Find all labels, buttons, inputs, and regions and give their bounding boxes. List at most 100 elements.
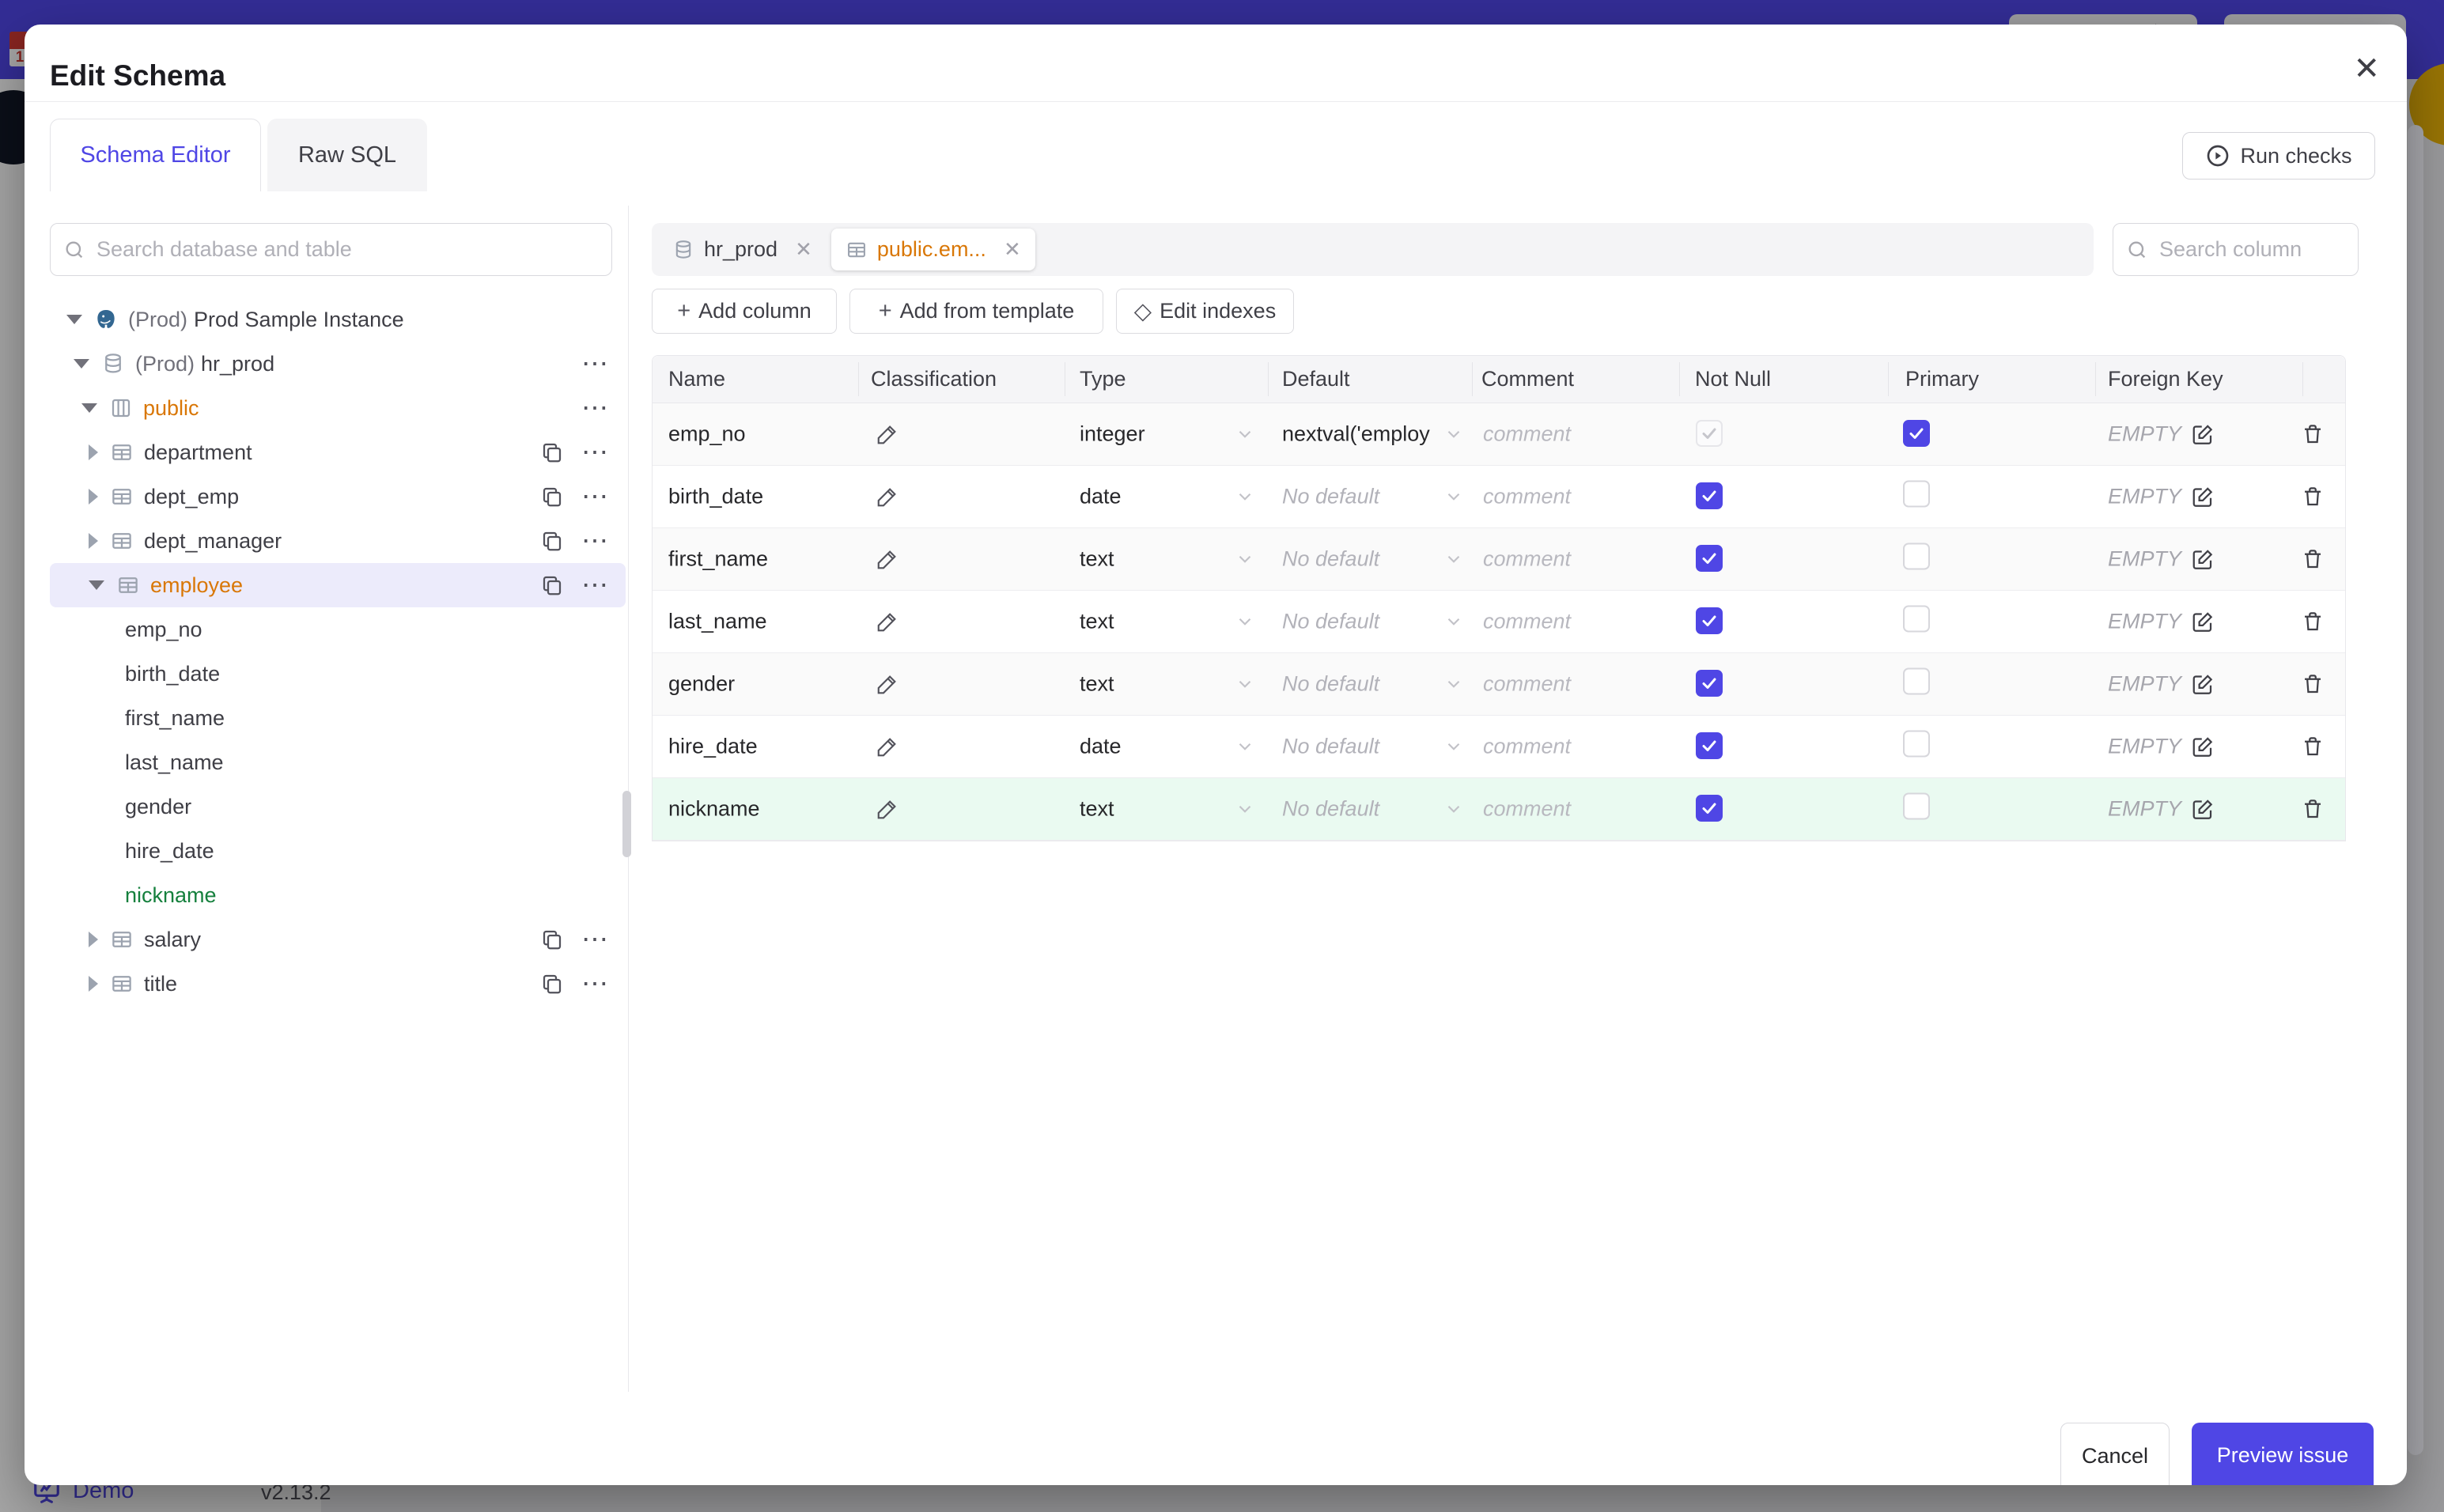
delete-row-icon[interactable] <box>2301 735 2325 758</box>
tree-item-column-new[interactable]: nickname <box>50 873 626 917</box>
type-select[interactable]: text <box>1080 610 1114 634</box>
chevron-right-icon[interactable] <box>89 976 98 992</box>
chevron-down-icon[interactable] <box>1235 611 1255 632</box>
default-select[interactable]: No default <box>1282 797 1437 822</box>
tree-item-column[interactable]: last_name <box>50 740 626 784</box>
classification-edit-icon[interactable] <box>876 735 899 758</box>
edit-foreign-key-icon[interactable] <box>2191 672 2215 696</box>
chevron-down-icon[interactable] <box>1443 799 1464 819</box>
edit-indexes-button[interactable]: ◇ Edit indexes <box>1116 289 1294 334</box>
primary-checkbox[interactable] <box>1903 605 1930 633</box>
search-column-input[interactable] <box>2158 236 2345 263</box>
more-actions-icon[interactable]: ⋯ <box>581 348 610 380</box>
copy-icon[interactable] <box>540 972 564 996</box>
copy-icon[interactable] <box>540 928 564 951</box>
column-name-cell[interactable]: first_name <box>668 547 768 572</box>
chevron-down-icon[interactable] <box>81 403 97 413</box>
run-checks-button[interactable]: Run checks <box>2182 132 2375 180</box>
primary-checkbox[interactable] <box>1903 792 1930 820</box>
chevron-down-icon[interactable] <box>1443 549 1464 569</box>
classification-edit-icon[interactable] <box>876 797 899 821</box>
comment-input[interactable] <box>1481 483 1667 510</box>
tree-item-table[interactable]: title ⋯ <box>50 962 626 1006</box>
edit-foreign-key-icon[interactable] <box>2191 422 2215 446</box>
chevron-down-icon[interactable] <box>1235 549 1255 569</box>
classification-edit-icon[interactable] <box>876 672 899 696</box>
not-null-checkbox[interactable] <box>1696 732 1723 759</box>
add-column-button[interactable]: + Add column <box>652 289 837 334</box>
tree-item-column[interactable]: hire_date <box>50 829 626 873</box>
primary-checkbox[interactable] <box>1903 542 1930 570</box>
more-actions-icon[interactable]: ⋯ <box>581 525 610 557</box>
not-null-checkbox[interactable] <box>1696 795 1723 822</box>
delete-row-icon[interactable] <box>2301 485 2325 508</box>
cancel-button[interactable]: Cancel <box>2060 1423 2170 1485</box>
chevron-right-icon[interactable] <box>89 932 98 947</box>
tree-item-column[interactable]: gender <box>50 784 626 829</box>
more-actions-icon[interactable]: ⋯ <box>581 569 610 601</box>
more-actions-icon[interactable]: ⋯ <box>581 924 610 955</box>
not-null-checkbox[interactable] <box>1696 545 1723 572</box>
type-select[interactable]: integer <box>1080 422 1145 447</box>
comment-input[interactable] <box>1481 546 1667 573</box>
chevron-down-icon[interactable] <box>1443 736 1464 757</box>
delete-row-icon[interactable] <box>2301 610 2325 633</box>
tab-chip-public-employee[interactable]: public.em... ✕ <box>830 229 1035 270</box>
primary-checkbox[interactable] <box>1903 420 1930 447</box>
close-icon[interactable]: ✕ <box>2353 53 2380 85</box>
tree-item-table[interactable]: dept_emp ⋯ <box>50 474 626 519</box>
tab-raw-sql[interactable]: Raw SQL <box>267 119 427 191</box>
more-actions-icon[interactable]: ⋯ <box>581 481 610 512</box>
chevron-down-icon[interactable] <box>1235 424 1255 444</box>
comment-input[interactable] <box>1481 671 1667 697</box>
tab-chip-hr-prod[interactable]: hr_prod ✕ <box>658 229 827 270</box>
delete-row-icon[interactable] <box>2301 547 2325 571</box>
default-select[interactable]: No default <box>1282 672 1437 697</box>
classification-edit-icon[interactable] <box>876 610 899 633</box>
more-actions-icon[interactable]: ⋯ <box>581 392 610 424</box>
copy-icon[interactable] <box>540 485 564 508</box>
primary-checkbox[interactable] <box>1903 667 1930 695</box>
classification-edit-icon[interactable] <box>876 547 899 571</box>
primary-checkbox[interactable] <box>1903 730 1930 758</box>
chevron-down-icon[interactable] <box>89 580 104 590</box>
column-name-cell[interactable]: gender <box>668 672 735 697</box>
type-select[interactable]: text <box>1080 797 1114 822</box>
default-select[interactable]: No default <box>1282 485 1437 509</box>
type-select[interactable]: text <box>1080 547 1114 572</box>
default-select[interactable]: nextval('employ <box>1282 422 1437 447</box>
close-tab-icon[interactable]: ✕ <box>795 237 812 262</box>
tree-item-table[interactable]: dept_manager ⋯ <box>50 519 626 563</box>
chevron-down-icon[interactable] <box>1235 736 1255 757</box>
chevron-down-icon[interactable] <box>1443 611 1464 632</box>
chevron-down-icon[interactable] <box>1443 424 1464 444</box>
tab-schema-editor[interactable]: Schema Editor <box>50 119 261 191</box>
tree-item-column[interactable]: first_name <box>50 696 626 740</box>
chevron-right-icon[interactable] <box>89 489 98 505</box>
column-name-cell[interactable]: hire_date <box>668 735 758 759</box>
chevron-down-icon[interactable] <box>1235 799 1255 819</box>
close-tab-icon[interactable]: ✕ <box>1004 237 1021 262</box>
edit-foreign-key-icon[interactable] <box>2191 797 2215 821</box>
column-name-cell[interactable]: emp_no <box>668 422 746 447</box>
comment-input[interactable] <box>1481 608 1667 635</box>
not-null-checkbox[interactable] <box>1696 670 1723 697</box>
tree-item-database[interactable]: (Prod) hr_prod ⋯ <box>50 342 626 386</box>
type-select[interactable]: date <box>1080 735 1122 759</box>
tree-item-table-selected[interactable]: employee ⋯ <box>50 563 626 607</box>
classification-edit-icon[interactable] <box>876 485 899 508</box>
delete-row-icon[interactable] <box>2301 422 2325 446</box>
chevron-right-icon[interactable] <box>89 444 98 460</box>
type-select[interactable]: date <box>1080 485 1122 509</box>
page-scrollbar[interactable] <box>2408 125 2423 1455</box>
tree-item-column[interactable]: emp_no <box>50 607 626 652</box>
preview-issue-button[interactable]: Preview issue <box>2192 1423 2374 1485</box>
add-from-template-button[interactable]: + Add from template <box>849 289 1103 334</box>
chevron-right-icon[interactable] <box>89 533 98 549</box>
default-select[interactable]: No default <box>1282 735 1437 759</box>
chevron-down-icon[interactable] <box>1443 486 1464 507</box>
not-null-checkbox[interactable] <box>1696 607 1723 634</box>
chevron-down-icon[interactable] <box>1235 486 1255 507</box>
column-name-cell[interactable]: nickname <box>668 797 760 822</box>
column-name-cell[interactable]: last_name <box>668 610 767 634</box>
